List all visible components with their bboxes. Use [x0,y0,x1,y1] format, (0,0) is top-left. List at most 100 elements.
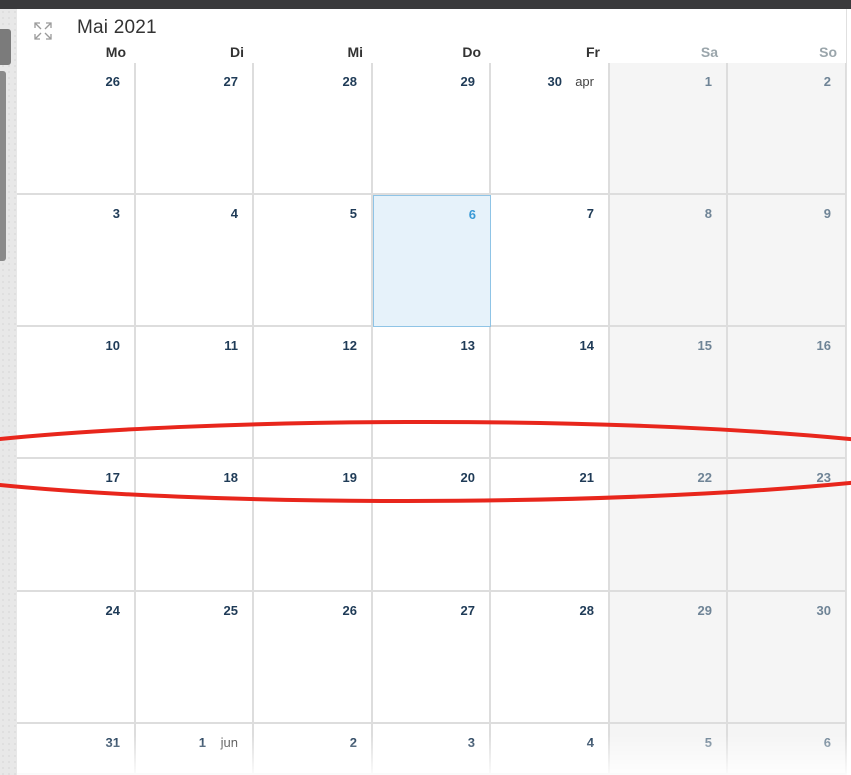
day-cell[interactable]: 27 [373,592,491,724]
right-edge [846,9,851,775]
day-cell[interactable]: 9 [728,195,847,327]
day-number: 12 [342,338,357,353]
day-number: 3 [112,206,120,221]
day-cell[interactable]: 12 [254,327,373,459]
day-number: 17 [105,470,120,485]
day-number: 2 [349,735,357,750]
sidebar-tab-handle[interactable] [0,29,11,65]
day-cell[interactable]: 11 [136,327,254,459]
day-cell[interactable]: 1 [610,63,728,195]
day-cell[interactable]: 20 [373,459,491,592]
day-number: 23 [816,470,831,485]
day-number: 29 [460,74,475,89]
day-number: 30 [816,603,831,618]
day-number: 24 [105,603,120,618]
left-sidebar-rail [0,9,17,775]
day-number: 7 [586,206,594,221]
day-cell[interactable]: 25 [136,592,254,724]
day-cell[interactable]: 13 [373,327,491,459]
day-number: 28 [579,603,594,618]
day-cell[interactable]: 8 [610,195,728,327]
day-cell[interactable]: 30 [728,592,847,724]
day-cell[interactable]: 29 [373,63,491,195]
day-cell[interactable]: 23 [728,459,847,592]
day-number: 31 [105,735,120,750]
day-cell[interactable]: 31 [17,724,136,775]
day-number: 5 [349,206,357,221]
weekday-so: So [819,44,837,60]
day-cell[interactable]: 14 [491,327,610,459]
day-number: 20 [460,470,475,485]
day-number: 6 [823,735,831,750]
day-number: 4 [586,735,594,750]
day-number: 11 [224,338,238,353]
weekday-mi: Mi [347,44,363,60]
month-abbrev-label: apr [575,74,594,89]
day-number: 22 [697,470,712,485]
weekday-mo: Mo [105,44,126,60]
weekday-sa: Sa [700,44,718,60]
day-cell[interactable]: 22 [610,459,728,592]
window-top-bar [0,0,851,9]
day-cell[interactable]: 19 [254,459,373,592]
day-number: 29 [697,603,712,618]
day-number: 3 [467,735,475,750]
day-cell-today[interactable]: 6 [373,195,491,327]
day-number: 4 [230,206,238,221]
day-number: 26 [105,74,120,89]
weekday-do: Do [462,44,481,60]
day-cell[interactable]: 4 [491,724,610,775]
day-number: 1 [704,74,712,89]
day-number: 27 [460,603,475,618]
day-number: 25 [223,603,238,618]
day-cell[interactable]: 10 [17,327,136,459]
day-number: 10 [105,338,120,353]
day-cell[interactable]: 29 [610,592,728,724]
day-cell[interactable]: 2 [728,63,847,195]
day-number: 8 [704,206,712,221]
day-cell[interactable]: 4 [136,195,254,327]
day-number: 2 [823,74,831,89]
day-cell[interactable]: 5 [610,724,728,775]
day-number: 18 [223,470,238,485]
day-cell[interactable]: jun 1 [136,724,254,775]
day-cell[interactable]: apr 30 [491,63,610,195]
day-cell[interactable]: 7 [491,195,610,327]
month-title: Mai 2021 [77,17,157,38]
day-cell[interactable]: 6 [728,724,847,775]
day-cell[interactable]: 27 [136,63,254,195]
day-number: 16 [816,338,831,353]
day-cell[interactable]: 15 [610,327,728,459]
day-cell[interactable]: 3 [373,724,491,775]
day-cell[interactable]: 28 [254,63,373,195]
sidebar-scroll-handle[interactable] [0,71,6,261]
day-cell[interactable]: 5 [254,195,373,327]
day-number: 26 [342,603,357,618]
day-cell[interactable]: 18 [136,459,254,592]
day-number: 13 [460,338,475,353]
day-number: 1 [198,735,206,750]
day-number: 5 [704,735,712,750]
day-number: 15 [697,338,712,353]
day-number: 28 [342,74,357,89]
day-cell[interactable]: 2 [254,724,373,775]
day-number: 19 [342,470,357,485]
day-number: 30 [547,74,562,89]
day-cell[interactable]: 3 [17,195,136,327]
weekday-di: Di [230,44,244,60]
day-number: 21 [579,470,594,485]
day-number: 6 [468,207,476,222]
weekday-fr: Fr [586,44,600,60]
day-cell[interactable]: 21 [491,459,610,592]
day-cell[interactable]: 16 [728,327,847,459]
day-number: 14 [579,338,594,353]
expand-icon[interactable] [33,21,53,41]
day-cell[interactable]: 28 [491,592,610,724]
day-cell[interactable]: 17 [17,459,136,592]
month-grid: 26 27 28 29 apr 30 1 2 3 4 5 6 7 8 9 10 11 12 13 14 15 16 17 18… [17,63,847,775]
day-number: 27 [223,74,238,89]
day-number: 9 [823,206,831,221]
day-cell[interactable]: 26 [17,63,136,195]
day-cell[interactable]: 24 [17,592,136,724]
day-cell[interactable]: 26 [254,592,373,724]
